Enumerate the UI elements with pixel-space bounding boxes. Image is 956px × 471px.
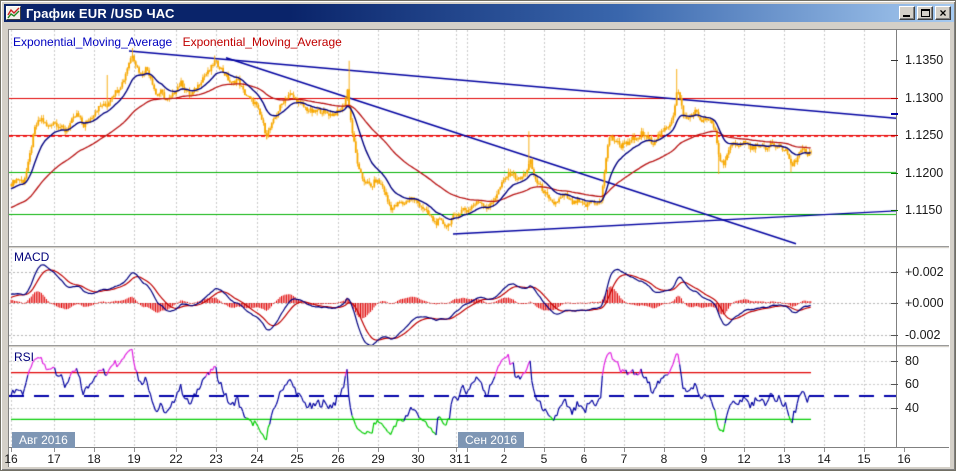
date-tick [338, 448, 339, 452]
price-axis-label: 1.1300 [905, 90, 944, 105]
date-label: 12 [737, 452, 751, 466]
date-tick [664, 448, 665, 452]
date-tick [584, 448, 585, 452]
macd-panel-label: MACD [14, 250, 50, 264]
date-tick [134, 448, 135, 452]
date-label: 13 [777, 452, 791, 466]
date-label: 31 [449, 452, 463, 466]
date-tick [216, 448, 217, 452]
date-tick [504, 448, 505, 452]
rsi-axis-label: 60 [905, 377, 919, 392]
close-icon: × [939, 6, 947, 20]
date-tick [418, 448, 419, 452]
chart-window: График EUR /USD ЧАС × Exponential_Moving… [0, 0, 956, 471]
price-axis-label: 1.1200 [905, 165, 944, 180]
rsi-indicator-canvas[interactable] [9, 348, 896, 447]
date-tick [54, 448, 55, 452]
date-label: 1 [463, 452, 471, 466]
date-label: 18 [87, 452, 101, 466]
title-bar[interactable]: График EUR /USD ЧАС × [4, 4, 954, 22]
rsi-panel-label: RSI [14, 350, 35, 364]
date-label: 22 [169, 452, 183, 466]
date-label: 19 [127, 452, 141, 466]
date-label: 8 [660, 452, 668, 466]
date-tick [176, 448, 177, 452]
macd-axis-tick [891, 334, 898, 336]
date-tick [824, 448, 825, 452]
date-label: 29 [371, 452, 385, 466]
minimize-button[interactable] [899, 6, 915, 20]
rsi-axis-tick [891, 407, 898, 409]
date-tick [784, 448, 785, 452]
price-axis-tick [891, 97, 898, 99]
maximize-icon [921, 9, 930, 17]
date-label: 6 [580, 452, 588, 466]
macd-axis-tick [891, 303, 898, 304]
close-button[interactable]: × [935, 6, 951, 20]
ema-fast-legend: Exponential_Moving_Average [13, 35, 173, 49]
date-tick [624, 448, 625, 452]
date-tick [744, 448, 745, 452]
date-tick [704, 448, 705, 452]
rsi-axis-label: 80 [905, 354, 919, 368]
date-label: 14 [817, 452, 831, 466]
price-chart-canvas[interactable] [9, 30, 896, 246]
date-label: 25 [290, 452, 304, 466]
chart-app-icon [6, 6, 21, 20]
price-axis-tick [891, 172, 898, 174]
date-label: 30 [411, 452, 425, 466]
ema-slow-legend: Exponential_Moving_Average [182, 35, 342, 49]
date-label: 24 [250, 452, 264, 466]
month-badge-sep: Сен 2016 [458, 432, 524, 448]
price-axis-label: 1.1150 [905, 203, 943, 217]
date-label: 16 [4, 452, 18, 466]
date-label: 7 [620, 452, 628, 466]
date-tick [467, 448, 468, 452]
date-label: 23 [209, 452, 223, 466]
date-label: 26 [331, 452, 345, 466]
macd-axis-label: +0.000 [905, 296, 944, 310]
date-tick [11, 448, 12, 452]
minimize-icon [903, 15, 910, 17]
window-title: График EUR /USD ЧАС [26, 5, 175, 21]
plot-area: Exponential_Moving_Average Exponential_M… [4, 29, 950, 467]
date-label: 5 [540, 452, 548, 466]
trendline-axis-marker [891, 112, 898, 115]
price-axis-tick [891, 135, 898, 136]
macd-axis-tick [891, 271, 898, 273]
rsi-axis-tick [891, 384, 898, 386]
rsi-axis-label: 40 [905, 400, 919, 415]
date-tick [257, 448, 258, 452]
date-tick [456, 448, 457, 452]
date-tick [544, 448, 545, 452]
month-badge-aug: Авг 2016 [12, 432, 75, 448]
rsi-axis-tick [891, 361, 898, 362]
date-tick [94, 448, 95, 452]
date-tick [864, 448, 865, 452]
macd-axis-label: +0.002 [905, 264, 944, 279]
date-label: 17 [47, 452, 61, 466]
price-axis-label: 1.1250 [905, 128, 944, 142]
date-tick [297, 448, 298, 452]
date-label: 16 [897, 452, 911, 466]
date-tick [904, 448, 905, 452]
price-axis-tick [891, 60, 898, 61]
date-label: 9 [700, 452, 708, 466]
date-tick [378, 448, 379, 452]
macd-axis-label: -0.002 [905, 327, 941, 342]
date-label: 15 [857, 452, 871, 466]
indicator-legend: Exponential_Moving_Average Exponential_M… [13, 35, 342, 49]
price-axis-tick [891, 210, 898, 211]
price-axis-label: 1.1350 [905, 53, 944, 67]
date-label: 2 [500, 452, 508, 466]
macd-indicator-canvas[interactable] [9, 249, 896, 345]
maximize-button[interactable] [917, 6, 933, 20]
